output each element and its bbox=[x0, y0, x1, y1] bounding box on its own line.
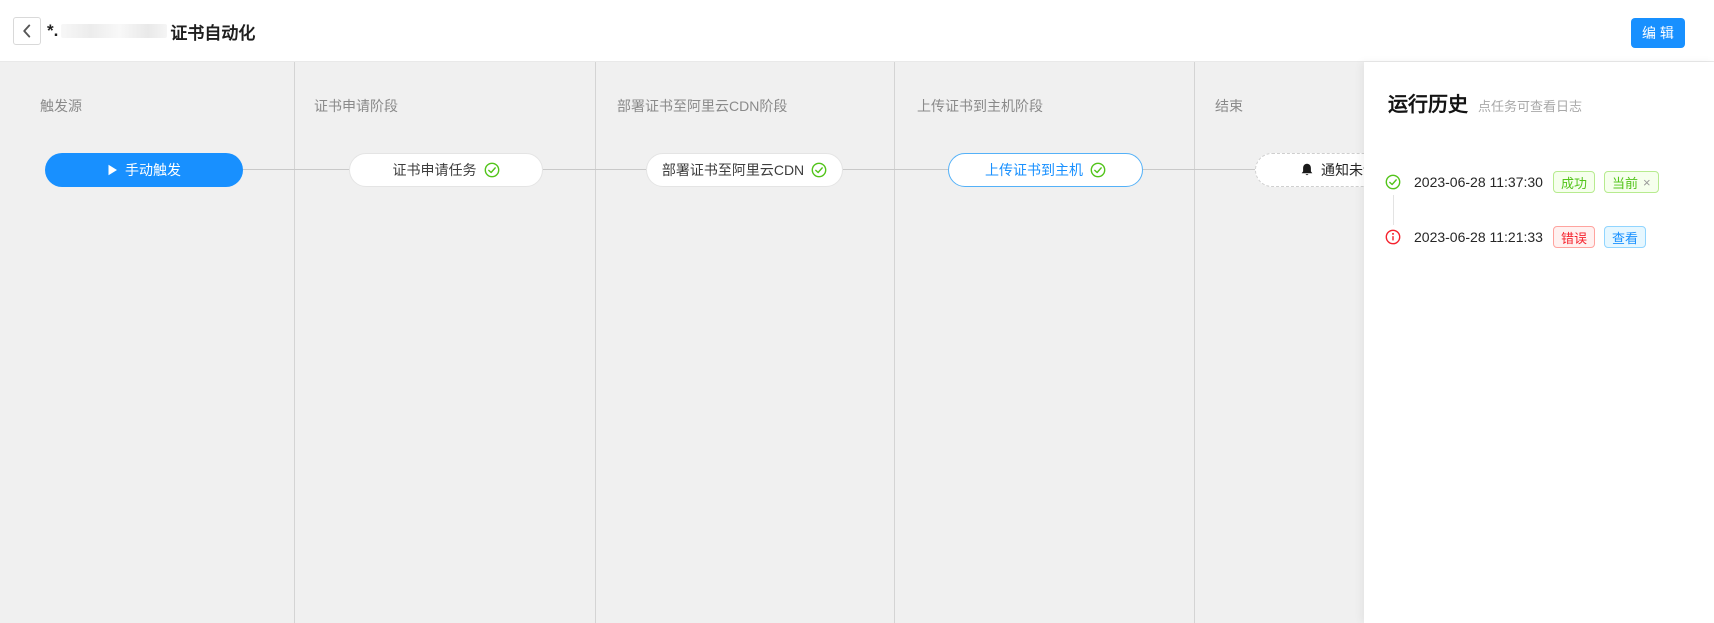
stage-label-upload-host: 上传证书到主机阶段 bbox=[917, 96, 1043, 116]
redacted-text-block bbox=[61, 24, 167, 38]
current-run-label: 当前 bbox=[1612, 173, 1638, 192]
check-circle-icon bbox=[1090, 162, 1106, 178]
stage-label-trigger: 触发源 bbox=[40, 96, 82, 116]
error-status-icon bbox=[1385, 229, 1401, 245]
run-timestamp: 2023-06-28 11:37:30 bbox=[1414, 174, 1543, 190]
page-title-main: 证书自动化 bbox=[170, 19, 255, 44]
node-label: 证书申请任务 bbox=[393, 160, 477, 180]
close-icon[interactable]: × bbox=[1643, 176, 1651, 189]
edit-button[interactable]: 编 辑 bbox=[1631, 18, 1685, 48]
status-tag-error: 错误 bbox=[1553, 226, 1595, 248]
stage-label-cert-apply: 证书申请阶段 bbox=[314, 96, 398, 116]
node-connector bbox=[1143, 169, 1255, 170]
bell-icon bbox=[1300, 163, 1314, 177]
status-tag-success: 成功 bbox=[1553, 171, 1595, 193]
node-cert-apply-task[interactable]: 证书申请任务 bbox=[349, 153, 543, 187]
node-connector bbox=[843, 169, 948, 170]
success-status-icon bbox=[1385, 174, 1401, 190]
stage-label-deploy-cdn: 部署证书至阿里云CDN阶段 bbox=[617, 96, 787, 116]
current-run-tag: 当前 × bbox=[1604, 171, 1659, 193]
run-history-header: 运行历史 点任务可查看日志 bbox=[1388, 88, 1582, 117]
back-button[interactable] bbox=[13, 17, 41, 45]
run-history-item[interactable]: 2023-06-28 11:37:30 成功 当前 × bbox=[1385, 170, 1659, 194]
run-timestamp: 2023-06-28 11:21:33 bbox=[1414, 229, 1543, 245]
node-label: 手动触发 bbox=[125, 160, 181, 180]
node-manual-trigger[interactable]: 手动触发 bbox=[45, 153, 243, 187]
run-history-title: 运行历史 bbox=[1388, 88, 1468, 117]
stage-divider bbox=[894, 62, 895, 623]
node-upload-host-task[interactable]: 上传证书到主机 bbox=[948, 153, 1143, 187]
run-history-panel: 运行历史 点任务可查看日志 2023-06-28 11:37:30 成功 当前 … bbox=[1364, 62, 1714, 623]
check-circle-icon bbox=[484, 162, 500, 178]
node-label: 上传证书到主机 bbox=[985, 160, 1083, 180]
check-circle-icon bbox=[811, 162, 827, 178]
node-deploy-cdn-task[interactable]: 部署证书至阿里云CDN bbox=[646, 153, 843, 187]
app-window: *. 证书自动化 编 辑 触发源 证书申请阶段 部署证书至阿里云CDN阶段 上传… bbox=[0, 0, 1714, 623]
stage-label-end: 结束 bbox=[1215, 96, 1243, 116]
page-title-prefix: *. bbox=[47, 21, 58, 41]
play-icon bbox=[107, 164, 118, 176]
page-header: *. 证书自动化 编 辑 bbox=[0, 0, 1714, 62]
page-title: *. 证书自动化 bbox=[47, 0, 255, 62]
stage-divider bbox=[1194, 62, 1195, 623]
view-log-button[interactable]: 查看 bbox=[1604, 226, 1646, 248]
node-connector bbox=[243, 169, 349, 170]
chevron-left-icon bbox=[14, 17, 40, 45]
stage-divider bbox=[294, 62, 295, 623]
run-history-item[interactable]: 2023-06-28 11:21:33 错误 查看 bbox=[1385, 225, 1646, 249]
timeline-connector bbox=[1393, 195, 1394, 225]
node-label: 部署证书至阿里云CDN bbox=[662, 160, 804, 180]
run-history-hint: 点任务可查看日志 bbox=[1478, 96, 1582, 115]
node-connector bbox=[543, 169, 646, 170]
stage-divider bbox=[595, 62, 596, 623]
